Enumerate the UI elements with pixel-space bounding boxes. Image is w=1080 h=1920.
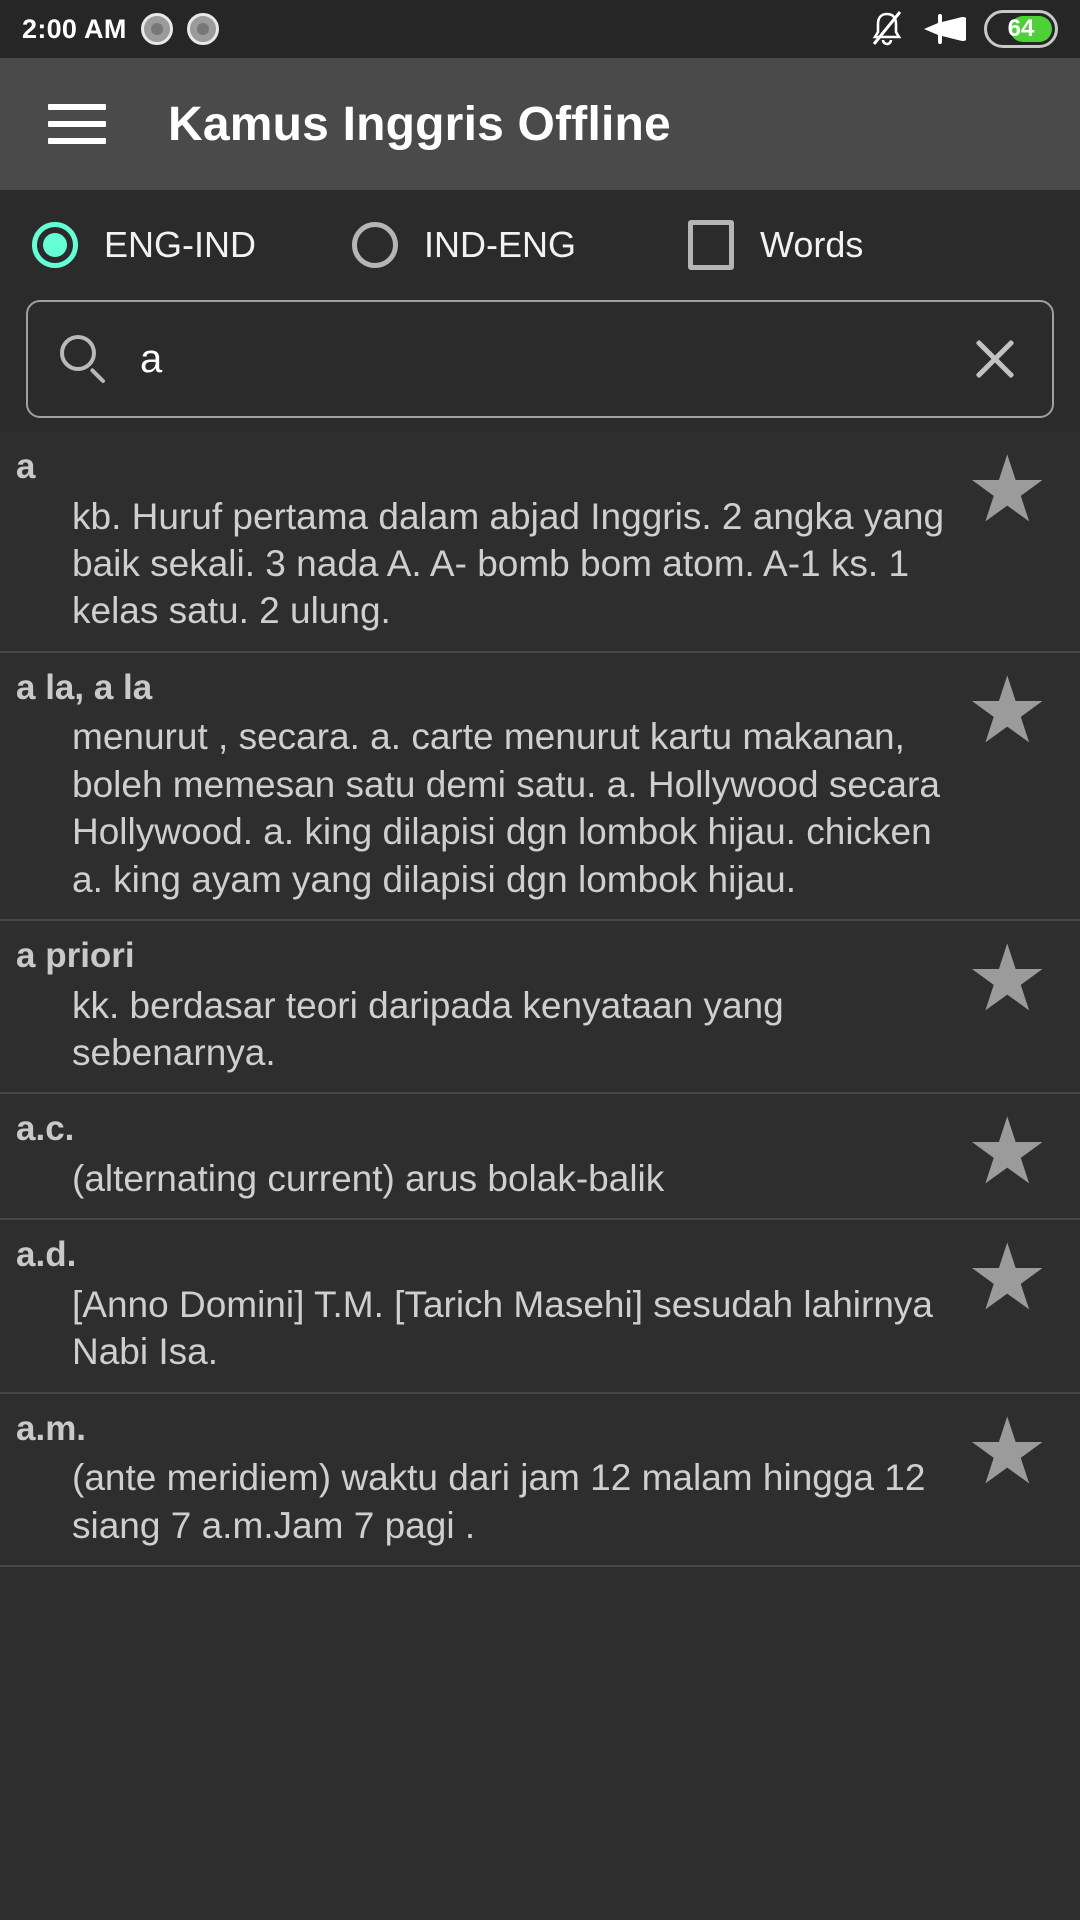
star-icon[interactable]: ★: [966, 1106, 1048, 1198]
star-icon[interactable]: ★: [966, 1232, 1048, 1324]
search-results-list[interactable]: a kb. Huruf pertama dalam abjad Inggris.…: [0, 432, 1080, 1920]
page-title: Kamus Inggris Offline: [168, 97, 671, 151]
hamburger-bar: [48, 138, 106, 144]
entry-headword: a.c.: [16, 1109, 75, 1149]
radio-option-eng-ind[interactable]: ENG-IND: [32, 222, 256, 268]
close-icon[interactable]: [968, 332, 1022, 386]
list-item[interactable]: a kb. Huruf pertama dalam abjad Inggris.…: [0, 432, 1080, 653]
star-icon[interactable]: ★: [966, 1406, 1048, 1498]
app-root: 2:00 AM 64 Kamus Inggris Offline ENG-IND…: [0, 0, 1080, 1920]
search-input[interactable]: a: [140, 339, 968, 379]
entry-headword: a la, a la: [16, 667, 153, 707]
star-icon[interactable]: ★: [966, 444, 1048, 536]
checkbox-option-words[interactable]: Words: [688, 220, 863, 270]
entry-headword: a: [16, 447, 36, 486]
airplane-mode-icon: [922, 11, 966, 47]
entry-definition: menurut , secara. a. carte menurut kartu…: [72, 716, 940, 900]
battery-indicator: 64: [984, 10, 1058, 48]
app-bar: Kamus Inggris Offline: [0, 58, 1080, 190]
search-box[interactable]: a: [26, 300, 1054, 418]
search-icon-ring: [60, 335, 96, 371]
list-item[interactable]: a.c. (alternating current) arus bolak-ba…: [0, 1094, 1080, 1221]
record-dot-icon: [140, 13, 173, 45]
search-icon: [58, 333, 110, 385]
star-icon[interactable]: ★: [966, 933, 1048, 1025]
entry-definition: [Anno Domini] T.M. [Tarich Masehi] sesud…: [72, 1284, 933, 1373]
radio-label-ind-eng: IND-ENG: [424, 224, 576, 265]
entry-headword: a.d.: [16, 1235, 77, 1275]
star-icon[interactable]: ★: [966, 665, 1048, 757]
radio-button-selected-icon[interactable]: [32, 222, 78, 268]
record-dot-icon: [186, 13, 219, 45]
list-item[interactable]: a priori kk. berdasar teori daripada ken…: [0, 921, 1080, 1095]
search-bar-container: a: [0, 300, 1080, 432]
checkbox-label-words: Words: [760, 224, 864, 265]
entry-headword: a priori: [16, 935, 135, 975]
radio-button-unselected-icon[interactable]: [352, 222, 398, 268]
list-item[interactable]: a la, a la menurut , secara. a. carte me…: [0, 653, 1080, 921]
entry-headword: a.m.: [16, 1408, 87, 1448]
entry-definition: (alternating current) arus bolak-balik: [72, 1157, 665, 1199]
radio-option-ind-eng[interactable]: IND-ENG: [352, 222, 576, 268]
bell-muted-icon: [870, 10, 904, 48]
checkbox-unchecked-icon[interactable]: [688, 220, 734, 270]
hamburger-bar: [48, 121, 106, 127]
radio-label-eng-ind: ENG-IND: [104, 224, 256, 265]
search-icon-handle: [89, 367, 106, 384]
status-bar-clock: 2:00 AM: [22, 13, 127, 44]
status-bar-right: 64: [870, 10, 1058, 48]
status-bar: 2:00 AM 64: [0, 0, 1080, 58]
list-item[interactable]: a.m. (ante meridiem) waktu dari jam 12 m…: [0, 1394, 1080, 1568]
entry-definition: (ante meridiem) waktu dari jam 12 malam …: [72, 1457, 926, 1546]
hamburger-bar: [48, 104, 106, 110]
list-item[interactable]: a.d. [Anno Domini] T.M. [Tarich Masehi] …: [0, 1220, 1080, 1394]
status-bar-left: 2:00 AM: [22, 13, 219, 45]
entry-definition: kk. berdasar teori daripada kenyataan ya…: [72, 984, 784, 1073]
battery-percent-label: 64: [1007, 15, 1035, 42]
hamburger-menu-icon[interactable]: [48, 104, 106, 144]
dictionary-direction-options: ENG-IND IND-ENG Words: [0, 190, 1080, 300]
entry-definition: kb. Huruf pertama dalam abjad Inggris. 2…: [72, 495, 945, 632]
